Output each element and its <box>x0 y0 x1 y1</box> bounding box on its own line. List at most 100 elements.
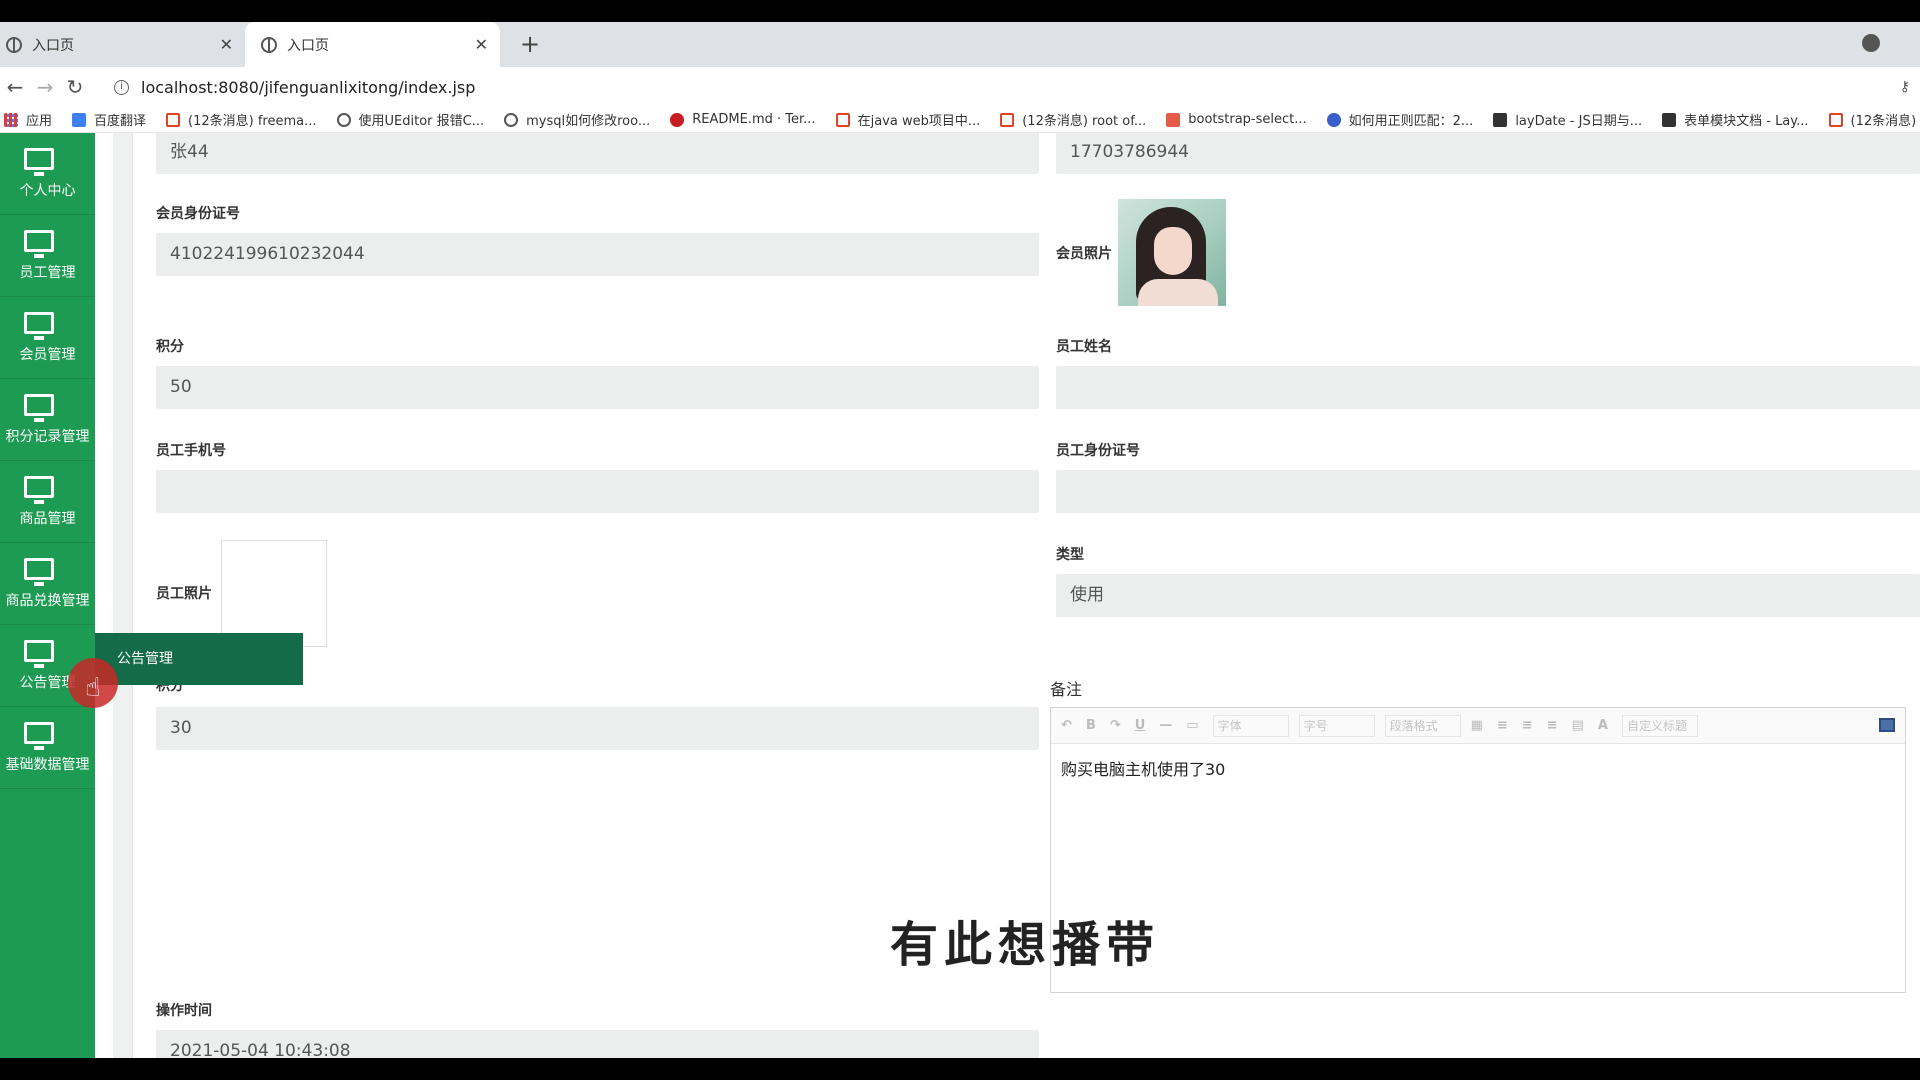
font-color-icon[interactable]: A <box>1598 718 1608 733</box>
tab-title: 入口页 <box>287 37 329 54</box>
sidebar-item[interactable]: 商品管理 <box>0 461 95 543</box>
bookmark-item[interactable]: 如何用正则匹配：2... <box>1326 110 1474 129</box>
bookmark-favicon-icon <box>166 112 181 127</box>
address-bar: ← → ↻ i localhost:8080/jifenguanlixitong… <box>0 67 1920 107</box>
face-shape <box>1154 227 1192 275</box>
overlay-caption: 有此想播带 <box>890 917 1161 973</box>
staff-name-field[interactable] <box>1056 366 1920 409</box>
align-right-icon[interactable]: ≡ <box>1547 718 1558 733</box>
custom-title-select[interactable]: 自定义标题 <box>1621 714 1698 737</box>
bookmark-favicon-icon <box>336 112 351 127</box>
bookmark-favicon-icon <box>1000 112 1015 127</box>
staff-phone-field[interactable] <box>156 470 1039 513</box>
close-icon[interactable]: ✕ <box>475 35 488 54</box>
sidebar-item-label: 商品管理 <box>19 511 76 527</box>
bookmark-label: mysql如何修改roo... <box>526 114 651 129</box>
bookmark-item[interactable]: 应用 <box>4 110 52 129</box>
new-tab-button[interactable]: + <box>520 30 540 58</box>
bookmark-item[interactable]: 使用UEditor 报错C... <box>336 110 485 129</box>
points-field[interactable]: 50 <box>156 366 1039 409</box>
bookmark-label: 使用UEditor 报错C... <box>358 114 485 129</box>
bookmark-label: (12条消息) 关于lay... <box>1850 114 1920 129</box>
sidebar-item-label: 个人中心 <box>19 183 76 199</box>
bookmark-item[interactable]: bootstrap-select... <box>1166 112 1307 127</box>
globe-icon <box>261 36 277 53</box>
bookmark-favicon-icon <box>1326 112 1341 127</box>
profile-menu-icon[interactable] <box>1862 34 1880 52</box>
bookmarks-bar: 应用 百度翻译 (12条消息) freema... 使用UEditor 报错C... m… <box>0 107 1920 133</box>
bookmark-item[interactable]: README.md · Ter... <box>670 112 816 127</box>
bookmark-label: (12条消息) freema... <box>188 114 317 129</box>
align-center-icon[interactable]: ≡ <box>1522 718 1533 733</box>
browser-tab-active[interactable]: 入口页 ✕ <box>245 22 500 67</box>
bookmark-item[interactable]: layDate - JS日期与... <box>1493 110 1642 129</box>
sidebar-item[interactable]: 个人中心 <box>0 133 95 215</box>
submenu-notice[interactable]: 公告管理 <box>95 633 303 685</box>
align-left-icon[interactable]: ≡ <box>1497 718 1508 733</box>
bold-icon[interactable]: B <box>1086 718 1096 733</box>
fullscreen-icon[interactable] <box>1879 718 1895 732</box>
bookmark-favicon-icon <box>1493 112 1508 127</box>
points2-field[interactable]: 30 <box>156 707 1039 750</box>
bookmark-item[interactable]: (12条消息) freema... <box>166 110 317 129</box>
sidebar-item[interactable]: 积分记录管理 <box>0 379 95 461</box>
paste-icon[interactable]: ▭ <box>1186 718 1198 733</box>
type-field[interactable]: 使用 <box>1056 574 1920 617</box>
bookmark-label: 百度翻译 <box>94 114 147 129</box>
browser-tab[interactable]: 入口页 ✕ <box>0 22 245 67</box>
paragraph-select[interactable]: 段落格式 <box>1384 714 1461 737</box>
bookmark-favicon-icon <box>1662 112 1677 127</box>
monitor-icon <box>24 722 54 750</box>
bookmark-label: README.md · Ter... <box>692 112 816 127</box>
monitor-icon <box>24 230 54 258</box>
bookmark-favicon-icon <box>1166 112 1181 127</box>
reload-icon[interactable]: ↻ <box>60 75 90 99</box>
staff-idcard-field[interactable] <box>1056 470 1920 513</box>
underline-icon[interactable]: U <box>1135 718 1146 733</box>
horizontal-rule-icon[interactable]: — <box>1159 718 1172 733</box>
redo-icon[interactable]: ↷ <box>1110 718 1121 733</box>
body-shape <box>1138 279 1218 306</box>
remark-editor[interactable]: ↶ B ↷ U — ▭ 字体 字号 段落格式 ▦ ≡ ≡ ≡ ▤ A 自定义标题… <box>1050 707 1906 993</box>
bookmark-favicon-icon <box>504 112 519 127</box>
info-icon[interactable]: i <box>114 79 129 95</box>
member-name-field[interactable]: 张44 <box>156 133 1039 174</box>
staff-photo-label: 员工照片 <box>156 586 212 602</box>
align-justify-icon[interactable]: ▤ <box>1572 718 1584 733</box>
op-time-field[interactable]: 2021-05-04 10:43:08 <box>156 1030 1039 1058</box>
bookmark-item[interactable]: mysql如何修改roo... <box>504 110 650 129</box>
bookmark-favicon-icon <box>1828 112 1843 127</box>
editor-toolbar: ↶ B ↷ U — ▭ 字体 字号 段落格式 ▦ ≡ ≡ ≡ ▤ A 自定义标题 <box>1051 708 1905 744</box>
close-icon[interactable]: ✕ <box>220 35 233 54</box>
bookmark-item[interactable]: (12条消息) root of... <box>1000 110 1146 129</box>
bookmark-item[interactable]: 在java web项目中... <box>835 110 980 129</box>
sidebar-item[interactable]: 商品兑换管理 <box>0 543 95 625</box>
sidebar-item[interactable]: 基础数据管理 <box>0 707 95 789</box>
url-field[interactable]: i localhost:8080/jifenguanlixitong/index… <box>114 78 475 97</box>
bookmark-label: 如何用正则匹配：2... <box>1348 114 1474 129</box>
sidebar-item[interactable]: 员工管理 <box>0 215 95 297</box>
key-icon[interactable]: ⚷ <box>1900 79 1910 95</box>
monitor-icon <box>24 312 54 340</box>
screen: 入口页 ✕ 入口页 ✕ + ← → ↻ i localhost:8080/jif… <box>0 0 1920 1080</box>
bookmark-item[interactable]: 表单模块文档 - Lay... <box>1662 110 1809 129</box>
font-size-select[interactable]: 字号 <box>1298 714 1375 737</box>
editor-content[interactable]: 购买电脑主机使用了30 <box>1061 756 1225 780</box>
bookmark-item[interactable]: (12条消息) 关于lay... <box>1828 110 1920 129</box>
sidebar: 个人中心 员工管理 会员管理 积分记录管理 商品管理 商品兑换管理 公告管理 基础数据管理 <box>0 133 95 1058</box>
forward-icon[interactable]: → <box>30 75 60 99</box>
bookmark-item[interactable]: 百度翻译 <box>72 110 146 129</box>
tab-title: 入口页 <box>32 37 74 54</box>
content-scroll-bar[interactable] <box>113 133 133 1058</box>
back-icon[interactable]: ← <box>0 75 30 99</box>
font-family-select[interactable]: 字体 <box>1212 714 1289 737</box>
member-photo[interactable] <box>1118 199 1226 306</box>
member-idcard-field[interactable]: 410224199610232044 <box>156 233 1039 276</box>
undo-icon[interactable]: ↶ <box>1061 718 1072 733</box>
remark-label: 备注 <box>1050 680 1083 699</box>
staff-photo[interactable] <box>221 540 327 647</box>
sidebar-item[interactable]: 会员管理 <box>0 297 95 379</box>
member-phone-field[interactable]: 17703786944 <box>1056 133 1920 174</box>
monitor-icon <box>24 558 54 586</box>
table-icon[interactable]: ▦ <box>1471 718 1483 733</box>
